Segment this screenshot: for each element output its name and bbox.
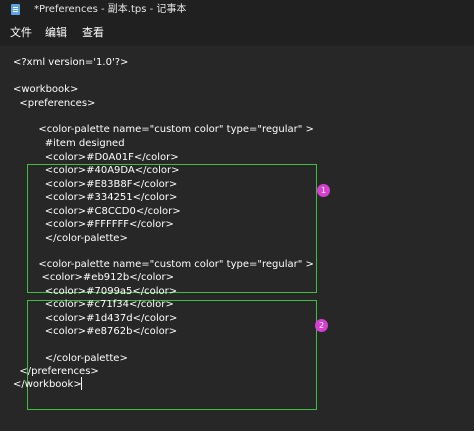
menu-item-view[interactable]: 查看 <box>82 26 104 40</box>
annotation-badge-2: 2 <box>315 319 328 332</box>
code-line: </preferences> <box>13 366 99 377</box>
title-bar: *Preferences - 副本.tps - 记事本 <box>0 0 474 20</box>
code-line: <color>#7099a5</color> <box>32 286 178 297</box>
code-line: <color>#e8762b</color> <box>32 326 178 337</box>
code-line: <color>#C8CCD0</color> <box>32 206 181 217</box>
code-line: #item designed <box>32 138 125 149</box>
code-line: <color-palette name="custom color" type=… <box>32 124 314 135</box>
code-line: <color>#E83B8F</color> <box>32 179 178 190</box>
code-line: </color-palette> <box>32 233 128 244</box>
menu-item-edit[interactable]: 编辑 <box>45 26 67 40</box>
code-line: <?xml version='1.0'?> <box>13 57 129 68</box>
code-line: </workbook> <box>13 379 82 390</box>
vertical-scrollbar[interactable] <box>468 46 474 431</box>
code-line: <color>#c71f34</color> <box>32 299 174 310</box>
notepad-icon <box>11 4 20 15</box>
menu-bar: 文件 编辑 查看 <box>0 20 474 46</box>
code-line: <workbook> <box>13 84 79 95</box>
code-line: <color>#FFFFFF</color> <box>32 219 174 230</box>
menu-item-file[interactable]: 文件 <box>10 26 32 40</box>
code-line: <color>#334251</color> <box>32 192 178 203</box>
code-line: <color>#1d437d</color> <box>32 313 178 324</box>
text-editor-area[interactable]: 1 2 <?xml version='1.0'?> <workbook> <pr… <box>0 46 474 431</box>
code-line: <color>#D0A01F</color> <box>32 152 179 163</box>
window-title: *Preferences - 副本.tps - 记事本 <box>34 4 187 15</box>
code-line: <color-palette name="custom color" type=… <box>32 259 314 270</box>
code-line: <color>#40A9DA</color> <box>32 165 180 176</box>
code-line: <color>#eb912b</color> <box>32 272 174 283</box>
text-caret <box>81 377 82 390</box>
code-line: <preferences> <box>13 98 96 109</box>
annotation-badge-1: 1 <box>317 184 330 197</box>
code-line: </color-palette> <box>32 353 128 364</box>
